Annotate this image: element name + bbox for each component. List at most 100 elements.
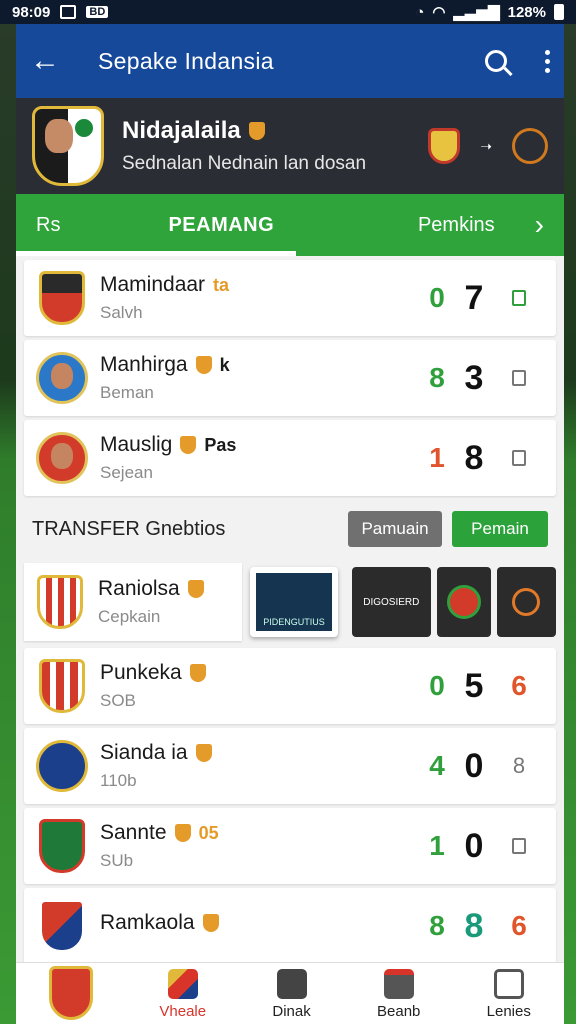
player-name: Mauslig [100, 433, 173, 456]
club-sub: SUb [100, 851, 134, 870]
pemain-button[interactable]: Pemain [452, 511, 548, 547]
opponent-crest-icon[interactable] [428, 128, 461, 164]
app-card: ← Sepake Indansia Nidajalaila Sednalan N… [16, 24, 564, 1024]
list-item[interactable]: Mamindaar ta Salvh 0 7 [24, 260, 556, 336]
status-badge: BD [86, 6, 109, 18]
tab-rs[interactable]: Rs [16, 194, 80, 256]
nav-label: Dinak [272, 1003, 311, 1020]
player-name: Mamindaar [100, 273, 206, 296]
battery-percent: 128% [507, 3, 546, 21]
club-crest-icon [36, 740, 88, 792]
avatar [36, 352, 88, 404]
transfer-thumbnail[interactable] [436, 567, 491, 637]
score-c: 6 [511, 670, 527, 701]
verified-shield-icon [174, 824, 191, 842]
status-bar: 98:09 BD ◔ ◠ ▂▃▅▇ 128% [0, 0, 576, 24]
score-c: 8 [512, 753, 526, 778]
thumbnail-caption: PIDENGUTIUS [255, 573, 332, 631]
club-name: Ramkaola [100, 911, 195, 934]
app-bar: ← Sepake Indansia [16, 24, 564, 98]
team-header: Nidajalaila Sednalan Nednain lan dosan ➝ [16, 98, 564, 194]
club-logo-icon [446, 585, 481, 619]
team-subtitle: Sednalan Nednain lan dosan [122, 153, 367, 174]
tab-pemkins[interactable]: Pemkins [398, 194, 515, 256]
transfer-thumbnail[interactable]: PIDENGUTIUS [250, 567, 338, 637]
checkbox-icon[interactable] [512, 370, 526, 386]
transfer-card[interactable]: Raniolsa Cepkain [24, 563, 243, 641]
tab-bar: Rs PEAMANG Pemkins › [16, 194, 564, 256]
pamuain-button[interactable]: Pamuain [348, 511, 442, 547]
team-name: Nidajalaila [122, 117, 241, 144]
club-crest-icon [39, 899, 85, 953]
back-arrow-icon[interactable]: ← [30, 44, 70, 78]
verified-shield-icon [195, 744, 212, 762]
club-name: Punkeka [100, 661, 182, 684]
player-sub: Salvh [100, 303, 143, 322]
verified-shield-icon [195, 356, 212, 374]
player-name: Manhirga [100, 353, 188, 376]
transfer-thumbnail[interactable]: DIGOSIERD [351, 567, 431, 637]
calendar-icon [383, 969, 414, 999]
wifi-icon: ◠ [432, 4, 446, 21]
score-b: 0 [464, 826, 484, 865]
ring-logo-icon [512, 588, 541, 616]
club-sub: SOB [100, 691, 136, 710]
verified-shield-icon [248, 122, 265, 140]
player-badge: Pas [204, 434, 237, 455]
checkbox-icon[interactable] [512, 290, 526, 306]
list-item[interactable]: Ramkaola 8 8 6 [24, 888, 556, 964]
club-crest-icon [49, 966, 94, 1020]
score-a: 1 [429, 442, 445, 473]
nav-dinak[interactable]: Dinak [272, 969, 311, 1020]
tab-peamang[interactable]: PEAMANG [148, 194, 294, 256]
player-badge: ta [213, 274, 230, 295]
list-item[interactable]: Sianda ia 110b 4 0 8 [24, 728, 556, 804]
checkbox-icon[interactable] [512, 450, 526, 466]
transfer-sub: Cepkain [98, 607, 161, 626]
chat-icon [276, 969, 307, 999]
bottom-navigation: Vheale Dinak Beanb Lenies [16, 962, 564, 1024]
team-crest-icon [32, 106, 104, 186]
ring-logo-icon[interactable] [512, 128, 548, 164]
more-menu-icon[interactable] [545, 49, 550, 73]
arrow-right-icon: ➝ [480, 137, 492, 154]
list-item[interactable]: Manhirga k Beman 8 3 [24, 340, 556, 416]
nav-beanb[interactable]: Beanb [377, 969, 420, 1020]
score-a: 8 [429, 362, 445, 393]
nav-vheale[interactable]: Vheale [159, 969, 206, 1020]
club-crest-icon [39, 271, 85, 325]
chevron-right-icon[interactable]: › [515, 209, 564, 241]
score-b: 5 [464, 666, 484, 705]
list-item[interactable]: Sannte 05 SUb 1 0 [24, 808, 556, 884]
score-a: 4 [429, 750, 445, 781]
nav-home[interactable] [49, 966, 94, 1020]
club-name: Sannte [100, 821, 167, 844]
list-item[interactable]: Punkeka SOB 0 5 6 [24, 648, 556, 724]
tab-indicator [16, 251, 296, 256]
transfer-section-header: TRANSFER Gnebtios Pamuain Pemain [24, 500, 556, 558]
avatar [36, 432, 88, 484]
club-sub: 110b [100, 771, 137, 790]
verified-shield-icon [180, 436, 197, 454]
club-crest-icon [39, 659, 85, 713]
player-list: Mamindaar ta Salvh 0 7 Manhirga k Beman 8 … [16, 260, 564, 964]
score-b: 7 [464, 278, 484, 317]
player-sub: Sejean [100, 463, 153, 482]
score-b: 3 [464, 358, 484, 397]
score-a: 1 [429, 830, 445, 861]
verified-shield-icon [189, 664, 206, 682]
list-item[interactable]: Mauslig Pas Sejean 1 8 [24, 420, 556, 496]
score-b: 8 [464, 906, 484, 945]
player-sub: Beman [100, 383, 154, 402]
battery-icon [554, 4, 564, 20]
nav-lenies[interactable]: Lenies [487, 969, 531, 1020]
gallery-icon [60, 5, 77, 19]
transfer-thumbnail[interactable] [496, 567, 557, 637]
section-title: TRANSFER Gnebtios [32, 517, 226, 540]
status-time: 98:09 [12, 3, 51, 21]
score-b: 8 [464, 438, 484, 477]
club-badge: 05 [198, 822, 219, 843]
checkbox-icon[interactable] [512, 838, 526, 854]
club-crest-icon [39, 819, 85, 873]
search-icon[interactable] [485, 50, 507, 72]
